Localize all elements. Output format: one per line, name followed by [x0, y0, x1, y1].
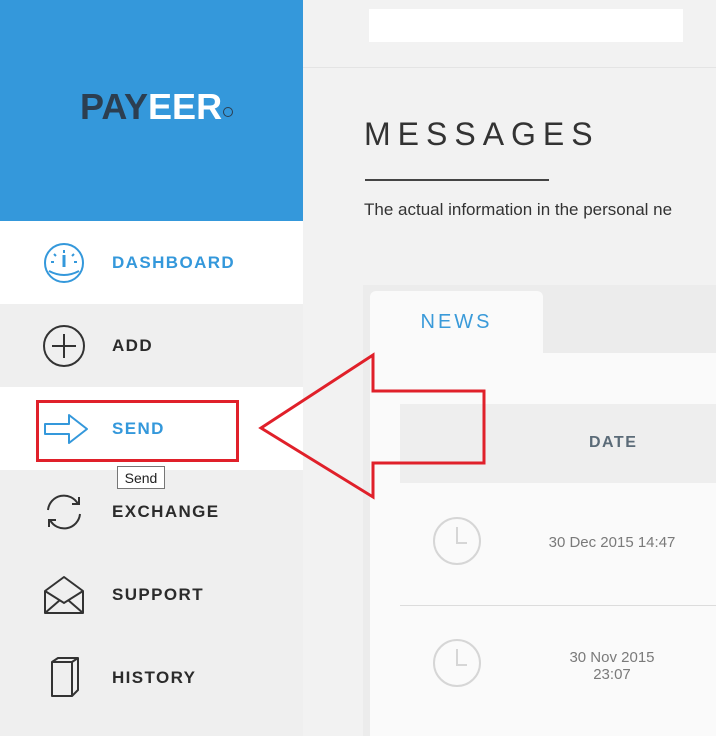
refresh-icon	[42, 490, 86, 534]
sidebar-item-support[interactable]: SUPPORT	[0, 553, 303, 636]
sidebar-item-label: ADD	[112, 335, 154, 355]
sidebar-item-history[interactable]: HISTORY	[0, 636, 303, 719]
brand-header: PAYEER	[0, 0, 303, 221]
intro-text: The actual information in the personal n…	[364, 200, 673, 219]
send-tooltip: Send	[117, 466, 165, 489]
table-row-date: 30 Dec 2015 14:47	[548, 534, 676, 551]
column-header-date[interactable]: DATE	[589, 434, 637, 452]
payeer-logo[interactable]: PAYEER	[80, 86, 234, 128]
row-divider	[400, 605, 716, 606]
registered-mark-icon	[223, 107, 234, 117]
top-bar	[303, 0, 716, 68]
red-pointer-arrow	[258, 352, 486, 500]
envelope-icon	[42, 573, 86, 617]
send-highlight-box	[36, 400, 239, 462]
tab-news[interactable]: NEWS	[370, 291, 543, 353]
plus-circle-icon	[42, 324, 86, 368]
clock-icon	[432, 516, 482, 566]
sidebar-item-dashboard[interactable]: DASHBOARD	[0, 221, 303, 304]
book-icon	[42, 656, 86, 700]
title-divider	[365, 179, 549, 181]
sidebar-item-label: EXCHANGE	[112, 501, 220, 521]
search-input[interactable]	[369, 9, 683, 42]
sidebar-item-label: DASHBOARD	[112, 252, 236, 272]
page-title: MESSAGES	[364, 116, 600, 152]
table-row-date: 30 Nov 2015 23:07	[569, 649, 655, 683]
clock-icon	[432, 638, 482, 688]
dashboard-gauge-icon	[42, 241, 86, 285]
sidebar-item-label: HISTORY	[112, 667, 197, 687]
sidebar-item-label: SUPPORT	[112, 584, 204, 604]
